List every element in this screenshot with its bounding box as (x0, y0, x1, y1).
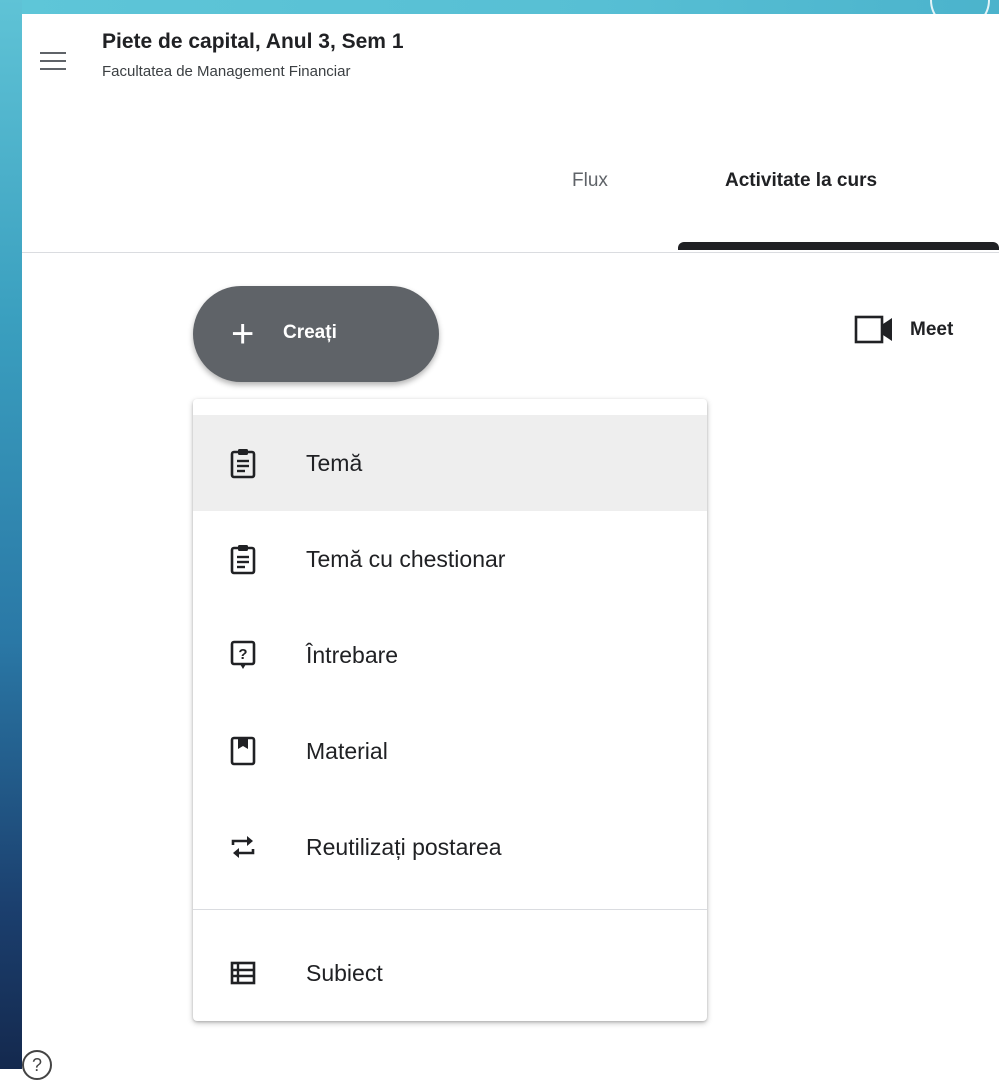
create-button[interactable]: + Creați (193, 286, 439, 382)
assignment-icon (230, 449, 256, 479)
create-menu: Temă Temă cu chestionar ? Întrebare Mate… (193, 399, 707, 1021)
menu-item-label: Temă cu chestionar (306, 546, 506, 572)
menu-item-reutilizati-postarea[interactable]: Reutilizați postarea (193, 799, 707, 895)
menu-item-label: Material (306, 738, 388, 764)
plus-icon: + (231, 312, 255, 356)
question-icon: ? (230, 640, 256, 669)
slide-left-band (0, 0, 22, 1069)
meet-button-label: Meet (910, 319, 954, 340)
active-tab-indicator (678, 242, 999, 250)
course-subtitle: Facultatea de Management Financiar (102, 63, 351, 80)
menu-item-material[interactable]: Material (193, 703, 707, 799)
menu-item-subiect[interactable]: Subiect (193, 925, 707, 1021)
tab-flux[interactable]: Flux (572, 170, 608, 192)
course-title: Piete de capital, Anul 3, Sem 1 (102, 30, 404, 53)
tab-bar: Flux Activitate la curs (22, 134, 999, 254)
material-icon (230, 736, 256, 766)
tabs-divider (22, 252, 999, 253)
slide-top-band (0, 0, 999, 14)
video-camera-icon (854, 315, 892, 344)
menu-item-tema[interactable]: Temă (193, 415, 707, 511)
topic-icon (230, 961, 256, 985)
quiz-assignment-icon (230, 545, 256, 575)
menu-item-label: Întrebare (306, 642, 399, 668)
hamburger-menu-icon[interactable] (40, 52, 66, 72)
menu-item-label: Temă (306, 450, 363, 476)
menu-item-tema-cu-chestionar[interactable]: Temă cu chestionar (193, 511, 707, 607)
create-button-label: Creați (283, 322, 337, 343)
menu-item-label: Subiect (306, 960, 383, 986)
classroom-window: Piete de capital, Anul 3, Sem 1 Facultat… (22, 14, 999, 1069)
svg-text:?: ? (238, 646, 247, 663)
help-icon[interactable]: ? (22, 1050, 52, 1080)
menu-item-label: Reutilizați postarea (306, 834, 502, 860)
reuse-post-icon (231, 836, 255, 858)
tab-activitate-la-curs[interactable]: Activitate la curs (725, 170, 877, 192)
menu-divider (193, 909, 707, 910)
menu-item-intrebare[interactable]: ? Întrebare (193, 607, 707, 703)
